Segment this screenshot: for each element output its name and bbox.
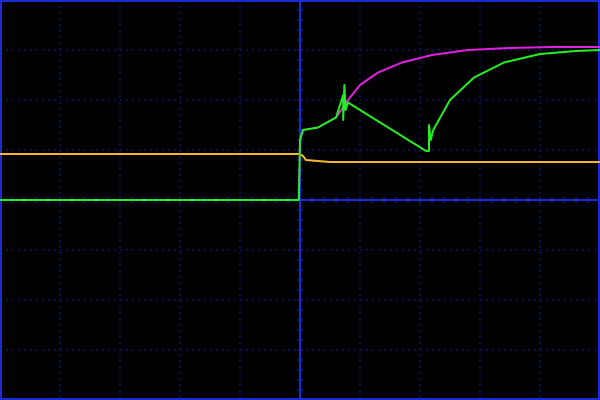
- oscilloscope-chart: [0, 0, 600, 400]
